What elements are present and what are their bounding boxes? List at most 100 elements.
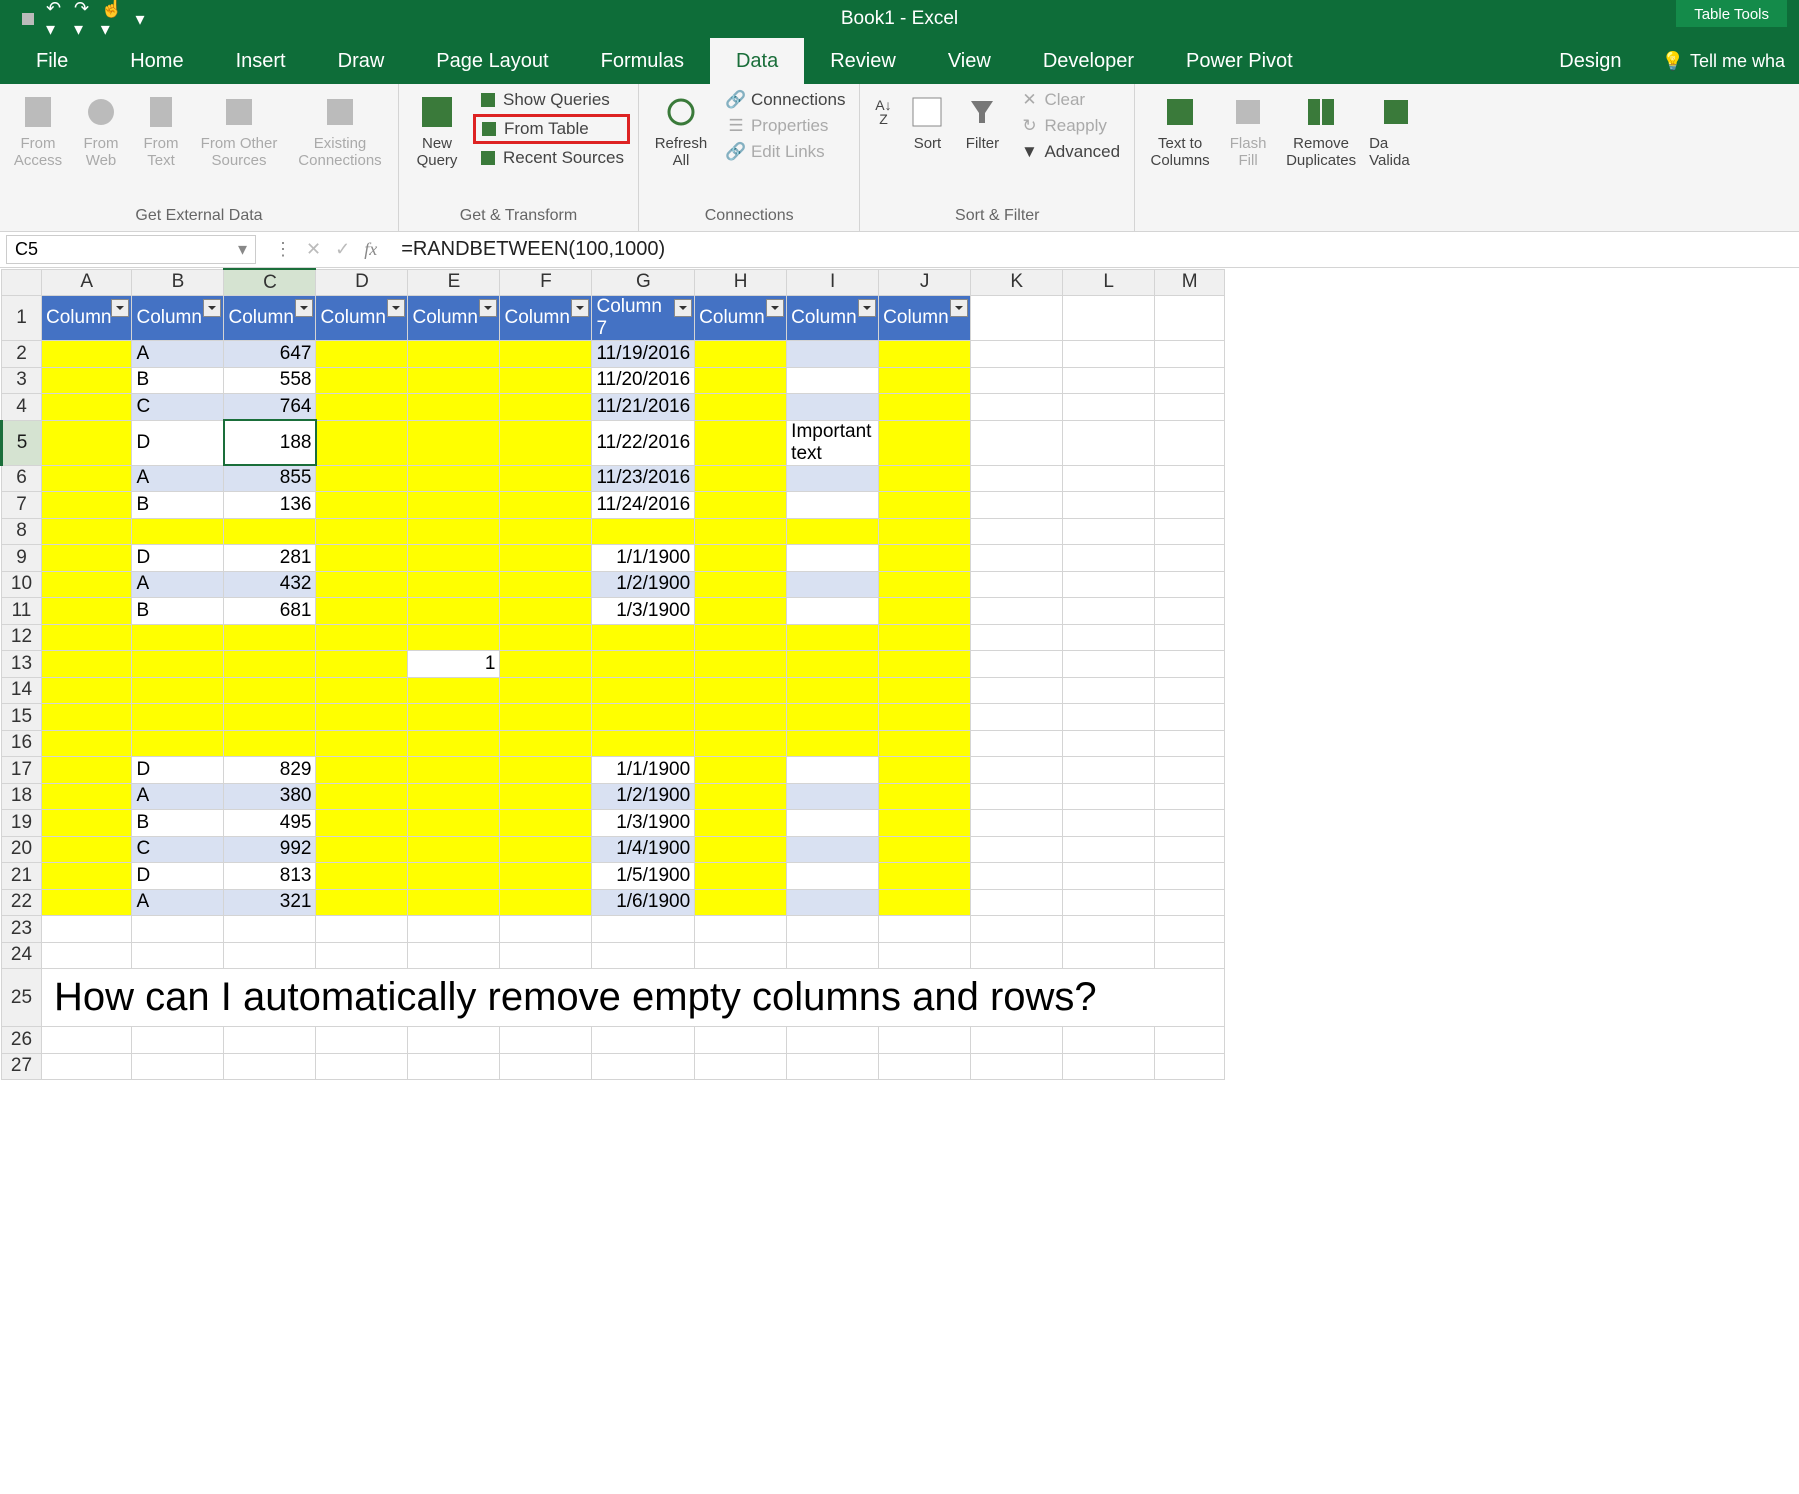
cell[interactable]: Important text — [787, 420, 879, 465]
cell[interactable] — [592, 651, 695, 678]
cell[interactable] — [787, 598, 879, 625]
cell[interactable] — [879, 1027, 971, 1054]
cell[interactable] — [500, 545, 592, 572]
row-header-22[interactable]: 22 — [2, 889, 42, 916]
data-validation-button[interactable]: Da Valida — [1369, 88, 1423, 203]
cell[interactable] — [1063, 730, 1155, 757]
cell[interactable]: 1/2/1900 — [592, 783, 695, 810]
cell[interactable] — [787, 651, 879, 678]
cell[interactable] — [316, 863, 408, 890]
cell[interactable] — [408, 492, 500, 519]
cell[interactable] — [787, 624, 879, 651]
cell[interactable] — [1155, 889, 1225, 916]
cell[interactable] — [879, 704, 971, 731]
cell[interactable] — [42, 624, 132, 651]
cell[interactable] — [879, 492, 971, 519]
cell[interactable] — [879, 420, 971, 465]
cell[interactable] — [787, 863, 879, 890]
row-header-13[interactable]: 13 — [2, 651, 42, 678]
cell[interactable] — [971, 704, 1063, 731]
cell[interactable] — [500, 465, 592, 492]
cell[interactable] — [42, 677, 132, 704]
cell[interactable] — [316, 704, 408, 731]
touch-mode-icon[interactable]: ☝ ▾ — [102, 9, 122, 29]
cell[interactable] — [879, 341, 971, 368]
table-header-cell[interactable]: Column — [500, 296, 592, 341]
cell[interactable] — [1155, 598, 1225, 625]
cell[interactable] — [879, 863, 971, 890]
cell[interactable] — [592, 916, 695, 943]
cell[interactable]: 11/19/2016 — [592, 341, 695, 368]
cell[interactable] — [316, 1027, 408, 1054]
cell[interactable] — [971, 863, 1063, 890]
cell[interactable]: 813 — [224, 863, 316, 890]
cell[interactable] — [1063, 394, 1155, 421]
cell[interactable] — [408, 624, 500, 651]
cell[interactable]: D — [132, 545, 224, 572]
tab-design[interactable]: Design — [1533, 38, 1647, 84]
cell[interactable] — [787, 518, 879, 545]
col-header-C[interactable]: C — [224, 269, 316, 296]
cell[interactable] — [1063, 810, 1155, 837]
tab-developer[interactable]: Developer — [1017, 38, 1160, 84]
cell[interactable]: 1/6/1900 — [592, 889, 695, 916]
filter-dropdown-icon[interactable] — [295, 299, 313, 317]
cell[interactable] — [695, 730, 787, 757]
cell[interactable] — [879, 651, 971, 678]
cell[interactable] — [132, 942, 224, 969]
cell[interactable] — [500, 889, 592, 916]
cell[interactable] — [42, 367, 132, 394]
cell[interactable]: A — [132, 889, 224, 916]
cell[interactable] — [408, 704, 500, 731]
cell[interactable] — [316, 916, 408, 943]
cell[interactable] — [971, 1053, 1063, 1080]
cell[interactable] — [316, 624, 408, 651]
cell[interactable] — [132, 518, 224, 545]
cell[interactable]: 1/3/1900 — [592, 810, 695, 837]
cell[interactable] — [42, 730, 132, 757]
cell[interactable] — [500, 677, 592, 704]
cell[interactable] — [408, 341, 500, 368]
cell[interactable] — [408, 367, 500, 394]
cell[interactable] — [316, 367, 408, 394]
cell[interactable] — [695, 863, 787, 890]
cell[interactable]: 1/4/1900 — [592, 836, 695, 863]
cell[interactable] — [500, 598, 592, 625]
cell[interactable] — [695, 889, 787, 916]
cell[interactable] — [971, 810, 1063, 837]
cell[interactable]: D — [132, 863, 224, 890]
cell[interactable] — [879, 916, 971, 943]
cell[interactable]: 11/24/2016 — [592, 492, 695, 519]
cell[interactable] — [316, 518, 408, 545]
undo-icon[interactable]: ↶ ▾ — [46, 9, 66, 29]
cell[interactable] — [316, 394, 408, 421]
cell[interactable]: B — [132, 492, 224, 519]
cell[interactable] — [879, 810, 971, 837]
save-icon[interactable] — [18, 9, 38, 29]
col-header-B[interactable]: B — [132, 269, 224, 296]
cell[interactable] — [971, 651, 1063, 678]
cell[interactable] — [1063, 651, 1155, 678]
filter-dropdown-icon[interactable] — [479, 299, 497, 317]
cell[interactable] — [408, 465, 500, 492]
cell[interactable] — [500, 942, 592, 969]
cell[interactable] — [408, 545, 500, 572]
cell[interactable] — [879, 757, 971, 784]
name-box[interactable]: C5 ▾ — [6, 235, 256, 264]
cell[interactable] — [42, 394, 132, 421]
col-header-D[interactable]: D — [316, 269, 408, 296]
from-other-sources-button[interactable]: From Other Sources — [194, 88, 284, 203]
cell[interactable] — [787, 836, 879, 863]
cell[interactable] — [1155, 518, 1225, 545]
cell[interactable]: 11/20/2016 — [592, 367, 695, 394]
cell[interactable]: C — [132, 394, 224, 421]
cell[interactable] — [1063, 942, 1155, 969]
cell[interactable] — [42, 1027, 132, 1054]
table-header-cell[interactable]: Column — [695, 296, 787, 341]
flash-fill-button[interactable]: Flash Fill — [1223, 88, 1273, 203]
filter-dropdown-icon[interactable] — [950, 299, 968, 317]
cell[interactable] — [132, 624, 224, 651]
cell[interactable] — [971, 889, 1063, 916]
cell[interactable] — [500, 341, 592, 368]
cell[interactable] — [224, 942, 316, 969]
